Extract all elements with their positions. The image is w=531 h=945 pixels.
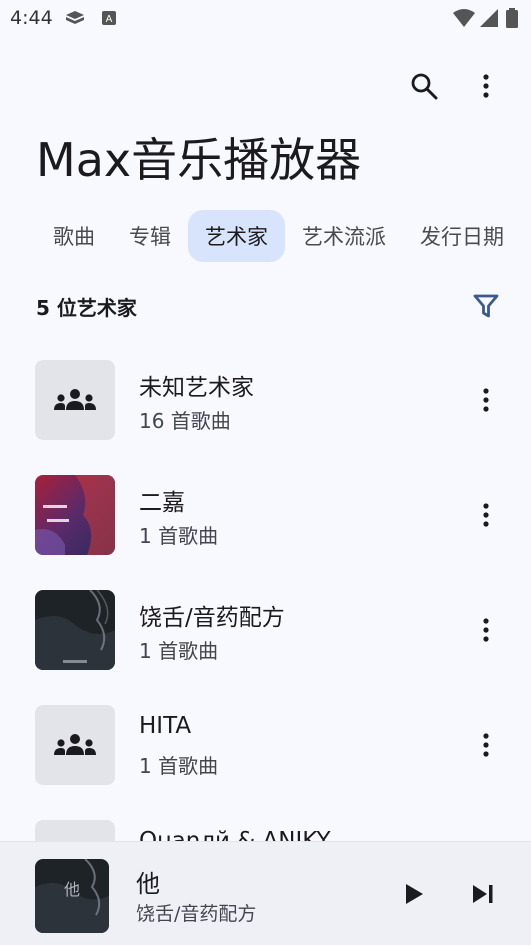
artist-song-count: 1 首歌曲 <box>139 524 219 548</box>
skip-next-icon <box>473 885 493 903</box>
artist-name: 饶舌/音药配方 <box>139 605 285 631</box>
artist-list: 未知艺术家 16 首歌曲 二嘉 1 首歌曲 饶舌/音药配方 1 首歌曲 HITA… <box>0 345 531 841</box>
more-vert-icon <box>483 503 489 527</box>
album-art-dark-image: 他 <box>35 859 109 933</box>
now-playing-artist: 饶舌/音药配方 <box>136 903 257 925</box>
app-title: Max音乐播放器 <box>36 133 362 187</box>
more-vert-icon <box>483 733 489 757</box>
people-icon <box>54 734 96 755</box>
list-item[interactable]: HITA 1 首歌曲 <box>0 705 531 805</box>
more-vert-icon <box>483 618 489 642</box>
play-button[interactable] <box>394 874 434 914</box>
list-item[interactable]: 二嘉 1 首歌曲 <box>0 475 531 575</box>
list-item[interactable]: Quanлй & ANIKY <box>0 820 531 841</box>
svg-text:A: A <box>106 14 113 25</box>
list-item[interactable]: 饶舌/音药配方 1 首歌曲 <box>0 590 531 690</box>
tab-release-date[interactable]: 发行日期 <box>403 210 521 262</box>
album-art-red-image <box>35 475 115 555</box>
tab-genres[interactable]: 艺术流派 <box>285 210 403 262</box>
wifi-icon <box>453 9 475 27</box>
category-tabs: 歌曲 专辑 艺术家 艺术流派 发行日期 <box>36 210 521 262</box>
play-icon <box>406 884 423 904</box>
skip-next-button[interactable] <box>463 874 503 914</box>
tab-songs[interactable]: 歌曲 <box>36 210 112 262</box>
status-bar: 4:44 A <box>0 0 531 36</box>
now-playing-title: 他 <box>136 870 160 898</box>
album-art <box>35 475 115 555</box>
artist-name: Quanлй & ANIKY <box>139 828 331 841</box>
status-time: 4:44 <box>10 7 53 29</box>
artist-art <box>35 360 115 440</box>
tab-albums[interactable]: 专辑 <box>112 210 188 262</box>
artist-more-button[interactable] <box>466 495 506 535</box>
artist-name: 二嘉 <box>139 490 185 516</box>
search-button[interactable] <box>404 66 444 106</box>
keyboard-notification-icon: A <box>102 11 116 25</box>
people-icon <box>54 389 96 410</box>
signal-icon <box>480 9 498 27</box>
artist-more-button[interactable] <box>466 610 506 650</box>
more-options-button[interactable] <box>466 66 506 106</box>
battery-icon <box>506 8 518 28</box>
search-icon <box>411 73 438 100</box>
artist-name: HITA <box>139 713 192 739</box>
artist-song-count: 16 首歌曲 <box>139 409 231 433</box>
now-playing-art: 他 <box>35 859 109 933</box>
artist-art <box>35 820 115 841</box>
filter-icon <box>473 294 499 318</box>
artist-name: 未知艺术家 <box>139 375 254 401</box>
notification-icon <box>66 11 84 24</box>
album-art <box>35 590 115 670</box>
artist-song-count: 1 首歌曲 <box>139 639 219 663</box>
more-vert-icon <box>483 388 489 412</box>
album-art-dark-image <box>35 590 115 670</box>
artist-art <box>35 705 115 785</box>
artist-count: 5 位艺术家 <box>36 296 137 320</box>
artist-more-button[interactable] <box>466 380 506 420</box>
tab-artists[interactable]: 艺术家 <box>188 210 285 262</box>
filter-button[interactable] <box>468 288 504 324</box>
mini-player[interactable]: 他 他 饶舌/音药配方 <box>0 841 531 945</box>
artist-song-count: 1 首歌曲 <box>139 754 219 778</box>
more-vert-icon <box>483 74 489 98</box>
list-item[interactable]: 未知艺术家 16 首歌曲 <box>0 360 531 460</box>
art-text: 他 <box>64 880 80 899</box>
artist-more-button[interactable] <box>466 725 506 765</box>
